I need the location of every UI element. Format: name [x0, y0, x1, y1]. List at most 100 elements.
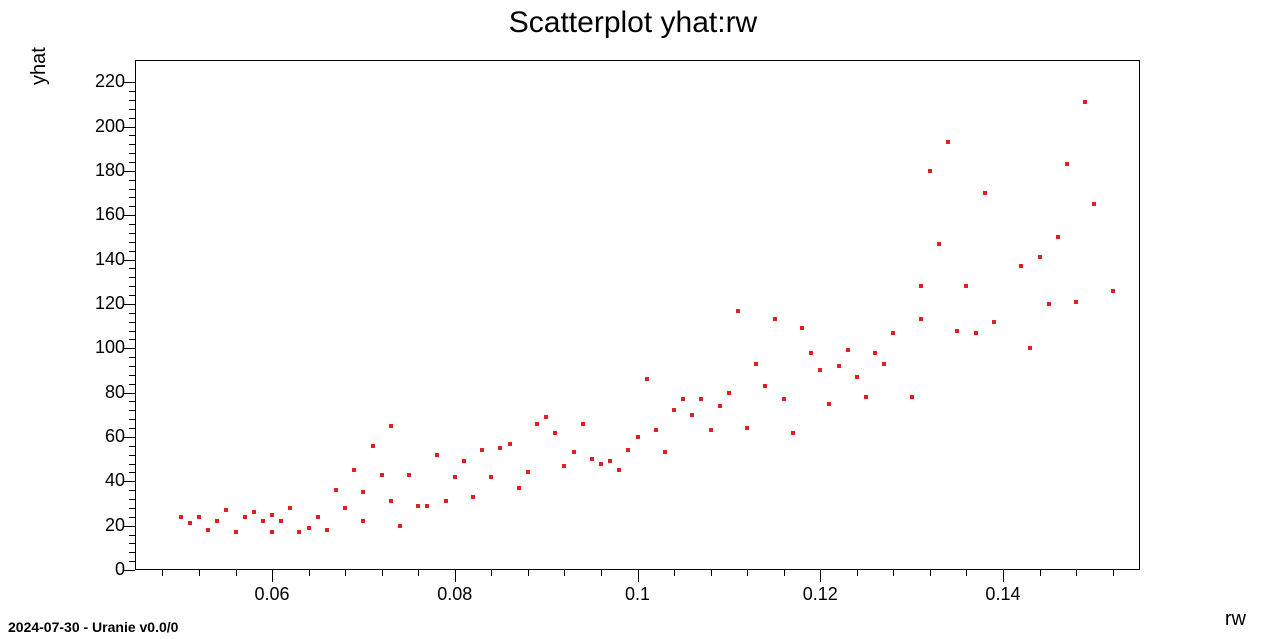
- x-tick: [638, 570, 639, 582]
- x-minor-tick: [564, 570, 565, 576]
- data-point: [636, 435, 640, 439]
- y-minor-tick: [129, 464, 135, 465]
- y-minor-tick: [129, 242, 135, 243]
- data-point: [846, 348, 850, 352]
- data-point: [572, 450, 576, 454]
- data-point: [663, 450, 667, 454]
- y-minor-tick: [129, 552, 135, 553]
- y-minor-tick: [129, 233, 135, 234]
- x-tick-label: 0.12: [803, 584, 838, 605]
- data-point: [361, 519, 365, 523]
- y-minor-tick: [129, 561, 135, 562]
- y-tick-label: 200: [75, 116, 125, 137]
- y-minor-tick: [129, 206, 135, 207]
- data-point: [389, 424, 393, 428]
- y-tick-label: 20: [75, 515, 125, 536]
- y-minor-tick: [129, 224, 135, 225]
- x-minor-tick: [418, 570, 419, 576]
- y-minor-tick: [129, 100, 135, 101]
- y-minor-tick: [129, 286, 135, 287]
- data-point: [855, 375, 859, 379]
- x-minor-tick: [966, 570, 967, 576]
- y-tick-label: 100: [75, 337, 125, 358]
- data-point: [919, 317, 923, 321]
- x-minor-tick: [601, 570, 602, 576]
- data-point: [352, 468, 356, 472]
- x-tick: [455, 570, 456, 582]
- data-point: [590, 457, 594, 461]
- y-minor-tick: [129, 144, 135, 145]
- x-minor-tick: [1040, 570, 1041, 576]
- data-point: [955, 329, 959, 333]
- data-point: [243, 515, 247, 519]
- y-minor-tick: [129, 118, 135, 119]
- x-tick: [820, 570, 821, 582]
- x-minor-tick: [674, 570, 675, 576]
- data-point: [179, 515, 183, 519]
- data-point: [224, 508, 228, 512]
- data-point: [581, 422, 585, 426]
- data-point: [782, 397, 786, 401]
- x-tick-label: 0.1: [625, 584, 650, 605]
- data-point: [754, 362, 758, 366]
- x-minor-tick: [199, 570, 200, 576]
- x-tick-label: 0.14: [985, 584, 1020, 605]
- data-point: [270, 530, 274, 534]
- data-point: [444, 499, 448, 503]
- data-point: [215, 519, 219, 523]
- data-point: [398, 524, 402, 528]
- data-point: [544, 415, 548, 419]
- data-point: [252, 510, 256, 514]
- data-point: [690, 413, 694, 417]
- data-point: [389, 499, 393, 503]
- data-point: [736, 309, 740, 313]
- data-point: [699, 397, 703, 401]
- data-point: [288, 506, 292, 510]
- y-minor-tick: [129, 508, 135, 509]
- data-point: [727, 391, 731, 395]
- data-point: [626, 448, 630, 452]
- data-point: [517, 486, 521, 490]
- y-axis-label: yhat: [28, 47, 51, 85]
- data-point: [279, 519, 283, 523]
- y-tick-label: 120: [75, 293, 125, 314]
- data-point: [234, 530, 238, 534]
- data-point: [873, 351, 877, 355]
- x-minor-tick: [236, 570, 237, 576]
- data-point: [919, 284, 923, 288]
- y-minor-tick: [129, 366, 135, 367]
- data-point: [1028, 346, 1032, 350]
- data-point: [654, 428, 658, 432]
- data-point: [562, 464, 566, 468]
- y-minor-tick: [129, 251, 135, 252]
- data-point: [535, 422, 539, 426]
- data-point: [1065, 162, 1069, 166]
- data-point: [334, 488, 338, 492]
- x-minor-tick: [784, 570, 785, 576]
- data-point: [645, 377, 649, 381]
- data-point: [407, 473, 411, 477]
- y-minor-tick: [129, 401, 135, 402]
- data-point: [480, 448, 484, 452]
- y-minor-tick: [129, 322, 135, 323]
- data-point: [599, 462, 603, 466]
- x-minor-tick: [528, 570, 529, 576]
- y-minor-tick: [129, 153, 135, 154]
- data-point: [672, 408, 676, 412]
- data-point: [709, 428, 713, 432]
- data-point: [526, 470, 530, 474]
- data-point: [1019, 264, 1023, 268]
- data-point: [553, 431, 557, 435]
- y-minor-tick: [129, 472, 135, 473]
- data-point: [1111, 289, 1115, 293]
- y-minor-tick: [129, 331, 135, 332]
- y-minor-tick: [129, 419, 135, 420]
- y-minor-tick: [129, 197, 135, 198]
- y-minor-tick: [129, 277, 135, 278]
- y-tick-label: 40: [75, 470, 125, 491]
- data-point: [946, 140, 950, 144]
- data-point: [773, 317, 777, 321]
- data-point: [1047, 302, 1051, 306]
- y-tick-label: 60: [75, 426, 125, 447]
- data-point: [508, 442, 512, 446]
